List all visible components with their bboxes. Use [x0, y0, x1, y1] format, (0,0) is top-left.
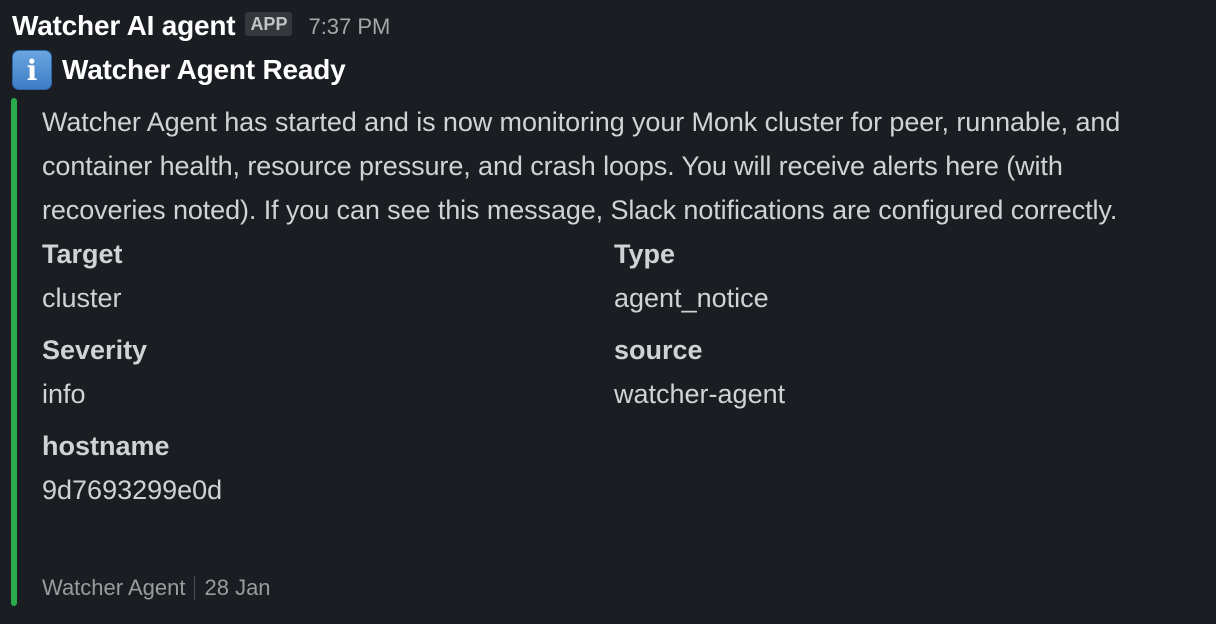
attachment-footer: Watcher Agent 28 Jan: [42, 570, 271, 606]
attachment-fields: Target cluster Type agent_notice Severit…: [42, 232, 1202, 520]
footer-divider: [194, 576, 196, 600]
message-title-row: i Watcher Agent Ready: [12, 50, 346, 90]
field-label: Target: [42, 239, 123, 269]
message-timestamp[interactable]: 7:37 PM: [308, 14, 390, 40]
attachment-body-text: Watcher Agent has started and is now mon…: [42, 107, 1121, 225]
footer-author: Watcher Agent: [42, 575, 186, 600]
field-value: agent_notice: [614, 283, 769, 313]
field-value: watcher-agent: [614, 379, 786, 409]
field-source: source watcher-agent: [614, 328, 1174, 416]
field-target: Target cluster: [42, 232, 614, 320]
field-label: hostname: [42, 431, 170, 461]
field-label: Type: [614, 239, 676, 269]
field-hostname: hostname 9d7693299e0d: [42, 424, 614, 512]
field-value: cluster: [42, 283, 122, 313]
field-value: info: [42, 379, 86, 409]
attachment-accent-bar: [11, 98, 17, 606]
message-attachment: Watcher Agent has started and is now mon…: [42, 100, 1202, 520]
app-badge: APP: [245, 12, 293, 36]
footer-date: 28 Jan: [204, 575, 271, 600]
field-severity: Severity info: [42, 328, 614, 416]
field-type: Type agent_notice: [614, 232, 1174, 320]
field-label: source: [614, 335, 703, 365]
field-label: Severity: [42, 335, 148, 365]
sender-name[interactable]: Watcher AI agent: [12, 10, 236, 42]
field-value: 9d7693299e0d: [42, 475, 223, 505]
information-icon: i: [12, 50, 52, 90]
message-title: Watcher Agent Ready: [62, 54, 346, 85]
message-header: Watcher AI agent APP 7:37 PM: [12, 6, 390, 46]
